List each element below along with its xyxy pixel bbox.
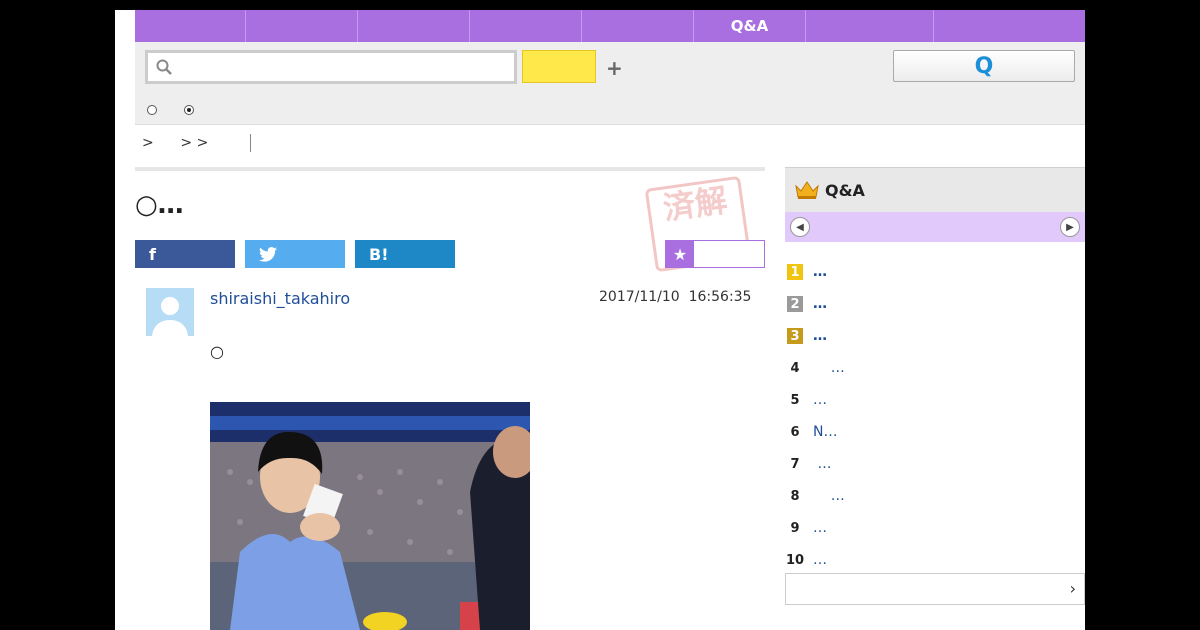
rank-number: 6	[790, 424, 800, 440]
ranking-item[interactable]: 7 …	[785, 448, 1085, 480]
hatena-icon: B!	[369, 244, 389, 264]
rank-number: 2	[787, 296, 803, 312]
rank-link[interactable]: …	[813, 552, 827, 568]
more-ranking-button[interactable]: ›	[785, 573, 1085, 605]
chevron-right-icon: ›	[1069, 579, 1076, 598]
rank-number: 5	[790, 392, 800, 408]
rank-link[interactable]: …	[813, 392, 827, 408]
rank-number: 10	[785, 552, 805, 568]
ranking-item[interactable]: 5…	[785, 384, 1085, 416]
nav-item-8[interactable]	[934, 10, 1085, 42]
ranking-list: 1… 2… 3… 4 … 5… 6 N… 7 … 8 … 9… 10…	[785, 256, 1085, 576]
breadcrumb[interactable]: > > >	[142, 135, 217, 151]
twitter-share-button[interactable]	[245, 240, 345, 268]
rank-link[interactable]: …	[813, 296, 827, 312]
search-box	[145, 50, 517, 84]
ranking-tab-bar: ◀ ▶	[785, 212, 1085, 242]
rank-link[interactable]: …	[813, 264, 827, 280]
page: Q&A + Q > > > 済解 ○… f B! ★ shiraishi_tak…	[115, 10, 1085, 630]
search-button[interactable]	[522, 50, 596, 83]
twitter-icon	[259, 246, 277, 262]
hatena-bookmark-button[interactable]: B!	[355, 240, 455, 268]
nav-item-1[interactable]	[135, 10, 246, 42]
search-scope-radio-2[interactable]	[184, 105, 194, 115]
ranking-item[interactable]: 8 …	[785, 480, 1085, 512]
crown-icon	[795, 181, 819, 199]
post-date: 2017/11/10 16:56:35	[599, 289, 752, 305]
rank-link[interactable]: …	[813, 360, 845, 376]
search-input[interactable]	[180, 55, 510, 79]
rank-link[interactable]: N…	[813, 424, 837, 440]
search-area: + Q	[135, 42, 1085, 125]
question-photo[interactable]	[210, 402, 530, 630]
nav-item-5[interactable]	[582, 10, 694, 42]
ranking-header: Q&A	[785, 168, 1085, 212]
ranking-item[interactable]: 2…	[785, 288, 1085, 320]
rank-link[interactable]: …	[813, 520, 827, 536]
nav-item-2[interactable]	[246, 10, 358, 42]
global-nav: Q&A	[135, 10, 1085, 42]
question-body: ○	[210, 342, 224, 361]
ranking-item[interactable]: 4 …	[785, 352, 1085, 384]
nav-item-qa[interactable]: Q&A	[694, 10, 806, 42]
next-arrow-icon[interactable]: ▶	[1060, 217, 1080, 237]
rank-link[interactable]: …	[813, 488, 845, 504]
nav-item-7[interactable]	[806, 10, 934, 42]
nav-item-4[interactable]	[470, 10, 582, 42]
ranking-item[interactable]: 6 N…	[785, 416, 1085, 448]
rank-number: 4	[790, 360, 800, 376]
plus-button[interactable]: +	[606, 56, 623, 80]
rank-number: 1	[787, 264, 803, 280]
ask-question-button[interactable]: Q	[893, 50, 1075, 82]
skater-photo	[210, 402, 530, 630]
ranking-title: Q&A	[825, 180, 865, 200]
content-divider	[135, 167, 765, 171]
star-icon: ★	[666, 241, 694, 267]
ranking-item[interactable]: 3…	[785, 320, 1085, 352]
breadcrumb-divider	[250, 134, 251, 152]
avatar[interactable]	[146, 288, 194, 336]
rank-number: 7	[790, 456, 800, 472]
favorite-button[interactable]: ★	[665, 240, 765, 268]
rank-number: 9	[790, 520, 800, 536]
facebook-icon: f	[149, 244, 156, 264]
ranking-item[interactable]: 10 …	[785, 544, 1085, 576]
search-scope-radio-1[interactable]	[147, 105, 157, 115]
facebook-share-button[interactable]: f	[135, 240, 235, 268]
ranking-item[interactable]: 9…	[785, 512, 1085, 544]
rank-link[interactable]: …	[813, 328, 827, 344]
nav-item-3[interactable]	[358, 10, 470, 42]
rank-link[interactable]: …	[813, 456, 831, 472]
rank-number: 8	[790, 488, 800, 504]
author-name[interactable]: shiraishi_takahiro	[210, 289, 350, 308]
default-user-icon	[146, 288, 194, 336]
rank-number: 3	[787, 328, 803, 344]
ranking-item[interactable]: 1…	[785, 256, 1085, 288]
prev-arrow-icon[interactable]: ◀	[790, 217, 810, 237]
search-icon	[156, 59, 172, 75]
question-title: ○…	[135, 190, 184, 220]
